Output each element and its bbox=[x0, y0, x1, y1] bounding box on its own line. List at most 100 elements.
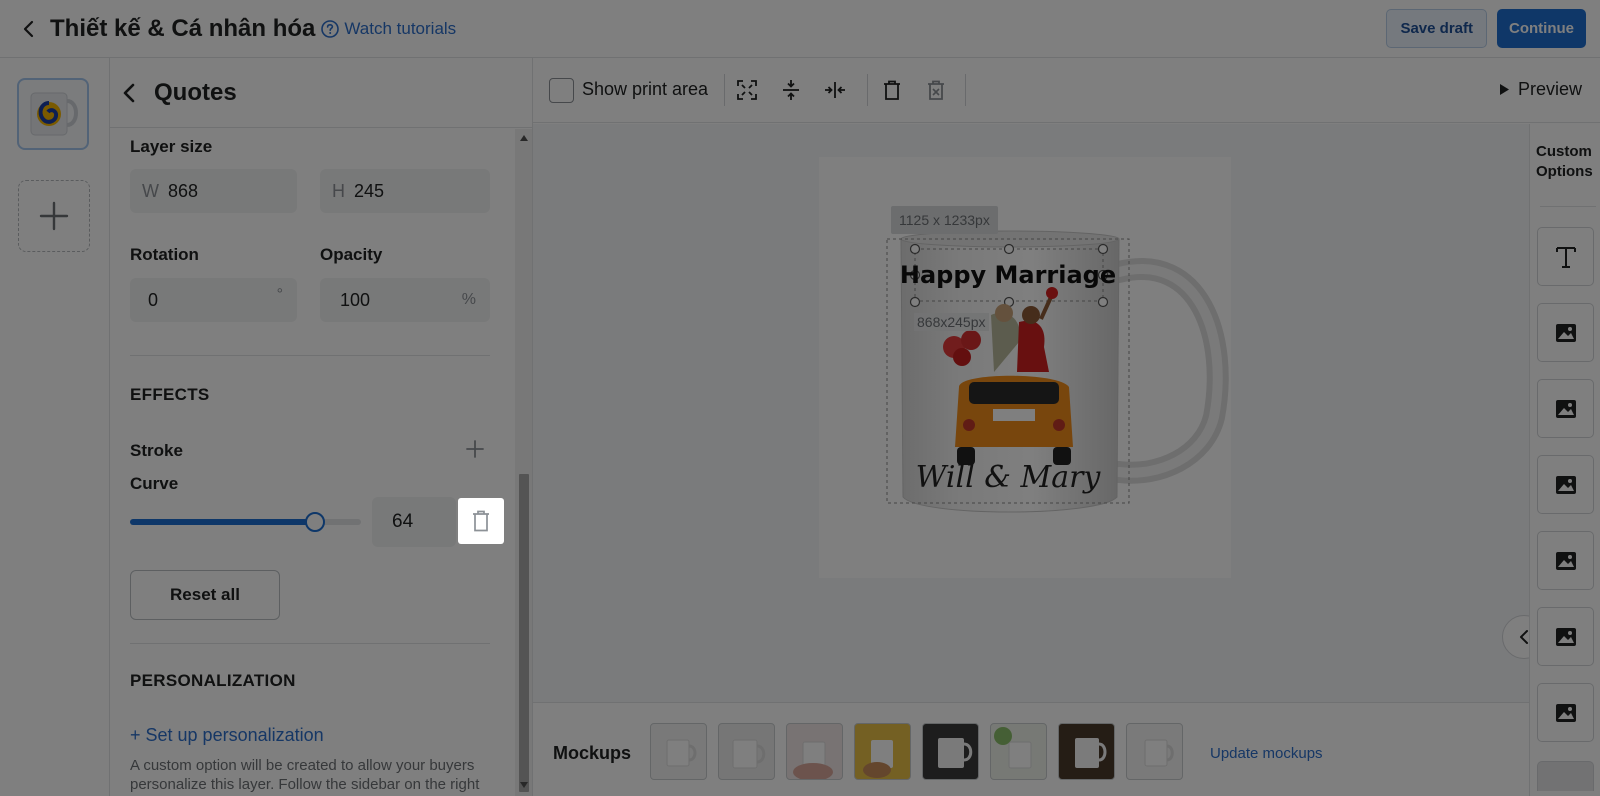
section-divider bbox=[130, 355, 490, 356]
custom-options-divider bbox=[1540, 206, 1596, 207]
set-up-personalization-link[interactable]: + Set up personalization bbox=[130, 725, 324, 746]
personalization-section-title: PERSONALIZATION bbox=[130, 671, 296, 690]
height-prefix: H bbox=[332, 180, 345, 201]
curve-value-field[interactable]: 64 bbox=[372, 497, 456, 547]
personalization-help-text: A custom option will be created to allow… bbox=[130, 756, 490, 794]
text-layer-option[interactable] bbox=[1537, 227, 1594, 286]
image-icon bbox=[1555, 475, 1576, 494]
mug-thumbnail-icon bbox=[30, 92, 78, 136]
image-layer-option[interactable] bbox=[1537, 683, 1594, 742]
image-layer-option[interactable] bbox=[1537, 607, 1594, 666]
width-field[interactable]: W 868 bbox=[130, 169, 297, 213]
play-icon bbox=[1499, 84, 1509, 95]
image-icon bbox=[1555, 627, 1576, 646]
rotation-field[interactable]: 0 ° bbox=[130, 278, 297, 322]
continue-button[interactable]: Continue bbox=[1497, 9, 1586, 48]
curve-slider[interactable] bbox=[130, 512, 361, 532]
fit-to-print-area-icon[interactable] bbox=[734, 77, 760, 103]
text-icon bbox=[1555, 246, 1576, 268]
chevron-left-icon bbox=[123, 83, 135, 102]
product-thumbnail[interactable] bbox=[17, 78, 89, 150]
image-icon bbox=[1555, 551, 1576, 570]
curve-label: Curve bbox=[130, 474, 179, 493]
custom-options-title-line: Custom bbox=[1536, 143, 1592, 160]
plus-icon bbox=[39, 201, 69, 231]
trash-icon bbox=[473, 510, 489, 532]
mockup-thumbnail[interactable] bbox=[1126, 723, 1183, 780]
curve-slider-fill bbox=[130, 519, 315, 525]
mockup-thumbnail[interactable] bbox=[854, 723, 911, 780]
mug-design-preview: Happy Marriage Will & Mary bbox=[886, 230, 1229, 513]
toolbar-divider bbox=[965, 74, 966, 106]
width-prefix: W bbox=[142, 180, 159, 201]
image-icon bbox=[1555, 399, 1576, 418]
scroll-down-arrow-icon[interactable] bbox=[520, 782, 528, 788]
preview-label: Preview bbox=[1517, 79, 1582, 99]
rotation-label: Rotation bbox=[130, 245, 199, 264]
opacity-value: 100 bbox=[340, 289, 371, 310]
highlighted-delete-curve-button[interactable] bbox=[458, 498, 504, 544]
watch-tutorials-link[interactable]: Watch tutorials bbox=[321, 19, 456, 39]
section-divider bbox=[130, 643, 490, 644]
show-print-area-checkbox[interactable] bbox=[549, 78, 574, 103]
mockup-thumbnail[interactable] bbox=[786, 723, 843, 780]
scroll-up-arrow-icon[interactable] bbox=[520, 135, 528, 141]
help-line: personalize this layer. Follow the sideb… bbox=[130, 776, 480, 793]
update-mockups-link[interactable]: Update mockups bbox=[1210, 745, 1323, 762]
rotation-value: 0 bbox=[148, 289, 159, 310]
reset-all-button[interactable]: Reset all bbox=[130, 570, 280, 620]
preview-button[interactable]: Preview bbox=[1499, 79, 1582, 100]
align-vertical-center-icon[interactable] bbox=[778, 77, 804, 103]
layer-properties-panel: Quotes Layer size W 868 H 245 Rotation O… bbox=[110, 58, 533, 796]
print-artboard: Happy Marriage Will & Mary bbox=[819, 157, 1231, 578]
effects-section-title: EFFECTS bbox=[130, 385, 210, 404]
opacity-label: Opacity bbox=[320, 245, 383, 264]
opacity-field[interactable]: 100 % bbox=[320, 278, 490, 322]
mockups-label: Mockups bbox=[553, 743, 632, 763]
image-layer-option[interactable] bbox=[1537, 455, 1594, 514]
mockup-thumbnail[interactable] bbox=[650, 723, 707, 780]
panel-title: Quotes bbox=[154, 78, 237, 106]
mockups-bar: Mockups Update mockups bbox=[533, 702, 1529, 796]
delete-all-layers-icon[interactable] bbox=[923, 77, 949, 103]
show-print-area-label[interactable]: Show print area bbox=[582, 79, 708, 100]
mockup-thumbnail[interactable] bbox=[922, 723, 979, 780]
image-layer-option[interactable] bbox=[1537, 303, 1594, 362]
panel-scroll-area: Layer size W 868 H 245 Rotation Opacity … bbox=[110, 129, 515, 796]
artboard-size-tag: 1125 x 1233px bbox=[891, 206, 998, 234]
toolbar-divider bbox=[867, 74, 868, 106]
custom-options-title-line: Options bbox=[1536, 163, 1593, 180]
design-canvas[interactable]: Happy Marriage Will & Mary bbox=[533, 124, 1529, 702]
layer-size-tag: 868x245px bbox=[914, 313, 989, 331]
back-button[interactable] bbox=[14, 14, 44, 44]
panel-header: Quotes bbox=[110, 58, 532, 128]
curve-slider-thumb[interactable] bbox=[304, 512, 325, 532]
help-circle-icon bbox=[321, 19, 340, 38]
height-field[interactable]: H 245 bbox=[320, 169, 490, 213]
layer-size-label: Layer size bbox=[130, 137, 213, 156]
image-layer-option[interactable] bbox=[1537, 379, 1594, 438]
product-rail bbox=[0, 58, 110, 796]
mug-quote-text: Happy Marriage bbox=[900, 261, 1116, 289]
align-horizontal-center-icon[interactable] bbox=[822, 77, 848, 103]
scroll-thumb[interactable] bbox=[519, 474, 529, 792]
mockup-thumbnail[interactable] bbox=[718, 723, 775, 780]
layer-option-partial[interactable] bbox=[1537, 761, 1594, 791]
rotation-unit: ° bbox=[276, 286, 283, 303]
page-title: Thiết kế & Cá nhân hóa bbox=[50, 14, 316, 42]
watch-tutorials-label: Watch tutorials bbox=[344, 18, 457, 38]
chevron-left-icon bbox=[23, 20, 34, 37]
custom-options-sidebar: Custom Options bbox=[1529, 124, 1600, 796]
image-layer-option[interactable] bbox=[1537, 531, 1594, 590]
opacity-unit: % bbox=[461, 291, 476, 308]
mockup-thumbnail[interactable] bbox=[1058, 723, 1115, 780]
mug-names-text: Will & Mary bbox=[916, 460, 1102, 495]
panel-scrollbar[interactable] bbox=[515, 129, 532, 796]
panel-back-button[interactable] bbox=[116, 80, 142, 106]
height-value: 245 bbox=[354, 180, 385, 201]
add-product-button[interactable] bbox=[18, 180, 90, 252]
delete-layer-icon[interactable] bbox=[879, 77, 905, 103]
add-stroke-icon[interactable] bbox=[465, 439, 485, 459]
mockup-thumbnail[interactable] bbox=[990, 723, 1047, 780]
save-draft-button[interactable]: Save draft bbox=[1386, 9, 1487, 48]
